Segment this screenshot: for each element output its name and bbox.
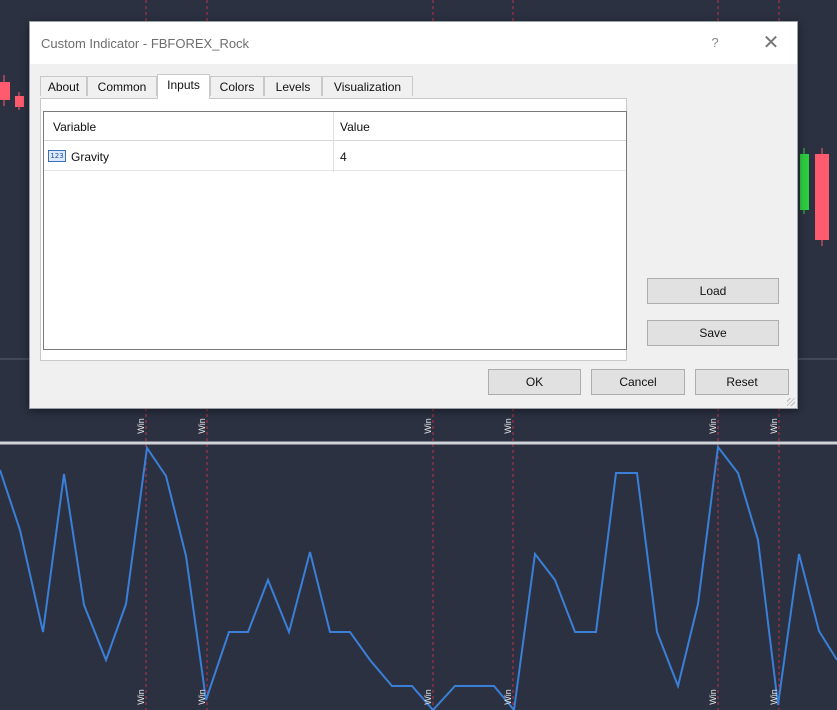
win-signal-label: Win	[136, 689, 146, 705]
variable-name-cell[interactable]: Gravity	[71, 150, 109, 164]
candle-body	[815, 154, 829, 240]
candle-body	[800, 154, 809, 210]
win-signal-label: Win	[708, 418, 718, 434]
tab-common[interactable]: Common	[87, 76, 157, 96]
tab-levels[interactable]: Levels	[264, 76, 322, 96]
win-signal-label: Win	[136, 418, 146, 434]
win-signal-label: Win	[197, 418, 207, 434]
cancel-button[interactable]: Cancel	[591, 369, 685, 395]
variable-value-cell[interactable]: 4	[340, 150, 347, 164]
candle-body	[15, 96, 24, 107]
load-button[interactable]: Load	[647, 278, 779, 304]
reset-button[interactable]: Reset	[695, 369, 789, 395]
candle-body	[0, 82, 10, 100]
win-signal-label: Win	[503, 418, 513, 434]
inputs-table[interactable]: Variable Value 123 Gravity 4	[43, 111, 627, 350]
win-signal-label: Win	[503, 689, 513, 705]
win-signal-label: Win	[769, 689, 779, 705]
win-signal-label: Win	[197, 689, 207, 705]
table-header: Variable Value	[44, 112, 626, 141]
custom-indicator-dialog: Custom Indicator - FBFOREX_Rock ? ✕ Abou…	[29, 21, 798, 409]
tab-colors[interactable]: Colors	[210, 76, 264, 96]
win-signal-label: Win	[769, 418, 779, 434]
ok-button[interactable]: OK	[488, 369, 581, 395]
tab-about[interactable]: About	[40, 76, 87, 96]
column-header-variable[interactable]: Variable	[53, 120, 96, 134]
table-row[interactable]: 123 Gravity 4	[44, 141, 626, 171]
title-bar[interactable]: Custom Indicator - FBFOREX_Rock ? ✕	[30, 22, 797, 64]
dialog-title: Custom Indicator - FBFOREX_Rock	[41, 36, 250, 51]
close-button[interactable]: ✕	[756, 30, 786, 56]
column-header-value[interactable]: Value	[340, 120, 370, 134]
resize-grip[interactable]	[787, 398, 795, 406]
win-signal-label: Win	[708, 689, 718, 705]
win-signal-label: Win	[423, 418, 433, 434]
save-button[interactable]: Save	[647, 320, 779, 346]
help-button[interactable]: ?	[700, 30, 730, 56]
indicator-line	[0, 444, 837, 710]
tab-visualization[interactable]: Visualization	[322, 76, 413, 96]
tab-inputs[interactable]: Inputs	[157, 74, 210, 99]
win-signal-label: Win	[423, 689, 433, 705]
numeric-input-icon: 123	[48, 150, 66, 162]
